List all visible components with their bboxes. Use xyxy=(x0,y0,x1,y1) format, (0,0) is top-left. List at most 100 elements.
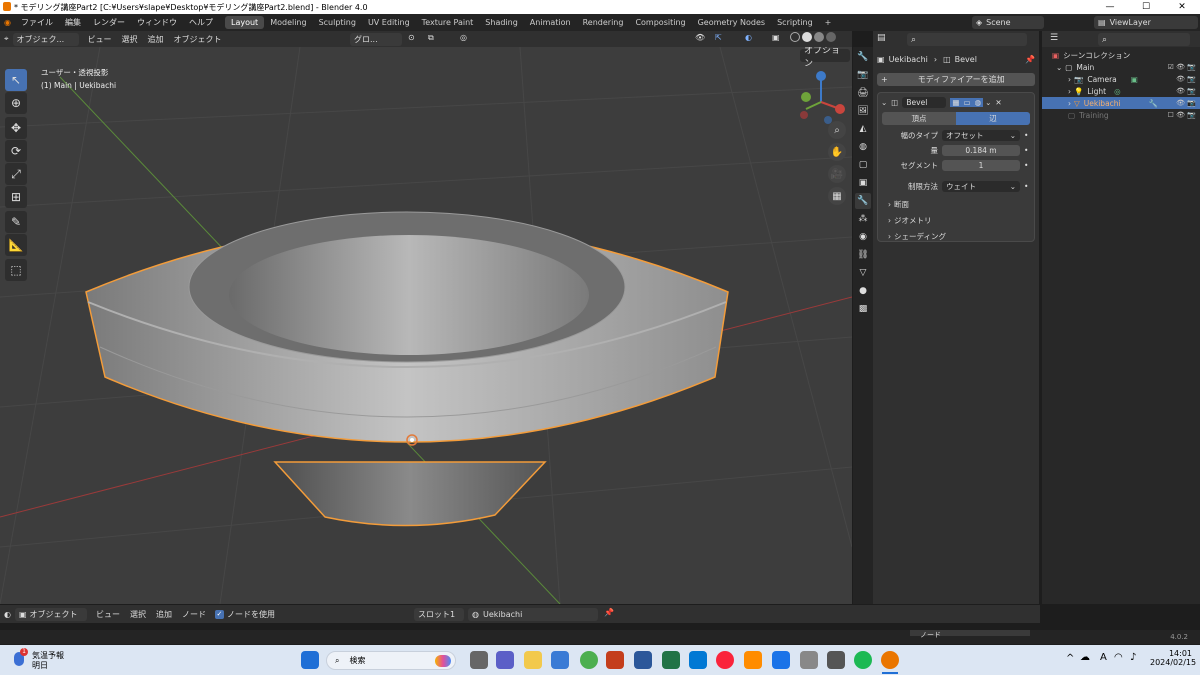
select-tool-icon[interactable]: ↖ xyxy=(5,69,27,91)
proportional-edit-icon[interactable]: ◎ xyxy=(460,33,467,42)
maximize-button[interactable]: ☐ xyxy=(1128,0,1164,14)
camera-view-icon[interactable]: 🎥 xyxy=(828,165,846,183)
xray-icon[interactable]: ▣ xyxy=(772,33,780,42)
editor-type-icon[interactable]: ⌖ xyxy=(0,34,13,44)
outliner-item-camera[interactable]: › 📷 Camera ▣ 👁 📷 xyxy=(1042,73,1200,85)
material-shading-icon[interactable] xyxy=(814,32,824,42)
menu-view[interactable]: ビュー xyxy=(83,34,117,45)
tab-texture-paint[interactable]: Texture Paint xyxy=(416,16,480,29)
menu-node[interactable]: ノード xyxy=(177,609,211,620)
spotify-icon[interactable] xyxy=(854,651,872,669)
keyframe-dot-icon[interactable]: • xyxy=(1024,146,1028,155)
minimize-button[interactable]: — xyxy=(1092,0,1128,14)
visibility-toggles[interactable]: 👁 📷 xyxy=(1176,99,1196,107)
shader-mode-selector[interactable]: ▣ オブジェクト xyxy=(14,607,87,621)
transform-tool-icon[interactable]: ⊞ xyxy=(5,186,27,208)
wifi-icon[interactable]: ◠ xyxy=(1114,652,1123,663)
scale-tool-icon[interactable]: ⤢ xyxy=(5,163,27,185)
cloud-icon[interactable]: ☁ xyxy=(1080,652,1090,663)
keyframe-dot-icon[interactable]: • xyxy=(1024,131,1028,140)
word-icon[interactable] xyxy=(634,651,652,669)
snap-icon[interactable]: ⧉ xyxy=(428,33,434,43)
scene-selector[interactable]: ◈ Scene xyxy=(972,16,1044,29)
render-toggle-icon[interactable]: ◍ xyxy=(972,97,984,107)
music-icon[interactable] xyxy=(716,651,734,669)
taskbar-search[interactable]: ⌕ 検索 xyxy=(326,651,456,670)
menu-object[interactable]: オブジェクト xyxy=(169,34,227,45)
blender-taskbar-icon[interactable] xyxy=(881,651,899,669)
material-tab-icon[interactable]: ● xyxy=(855,283,871,299)
menu-render[interactable]: レンダー xyxy=(87,17,131,28)
snipping-icon[interactable] xyxy=(827,651,845,669)
collapse-chevron-icon[interactable]: ⌄ xyxy=(881,98,887,107)
measure-tool-icon[interactable]: 📐 xyxy=(5,234,27,256)
tab-vertices[interactable]: 頂点 xyxy=(882,112,956,125)
node-panel-tab[interactable]: ノード xyxy=(910,630,1030,639)
blender-menu-icon[interactable]: ◉ xyxy=(0,18,15,27)
outliner-item-uekibachi[interactable]: › ▽ Uekibachi 🔧 👁 📷 xyxy=(1042,97,1200,109)
physics-tab-icon[interactable]: ◉ xyxy=(855,229,871,245)
app-icon[interactable] xyxy=(744,651,762,669)
particles-tab-icon[interactable]: ⁂ xyxy=(855,211,871,227)
download-icon[interactable] xyxy=(772,651,790,669)
tab-layout[interactable]: Layout xyxy=(224,16,265,29)
keyframe-dot-icon[interactable]: • xyxy=(1024,182,1028,191)
modifier-tab-icon[interactable]: 🔧 xyxy=(855,193,871,209)
tray-chevron-icon[interactable]: ^ xyxy=(1066,653,1074,664)
menu-view[interactable]: ビュー xyxy=(91,609,125,620)
tab-scripting[interactable]: Scripting xyxy=(771,16,819,29)
use-nodes-checkbox[interactable]: ✓ ノードを使用 xyxy=(211,609,279,620)
width-type-select[interactable]: オフセット ⌄ xyxy=(942,129,1020,141)
excel-icon[interactable] xyxy=(662,651,680,669)
section-profile[interactable]: › 断面 xyxy=(878,198,1034,210)
menu-add[interactable]: 追加 xyxy=(143,34,169,45)
wireframe-shading-icon[interactable] xyxy=(790,32,800,42)
menu-select[interactable]: 選択 xyxy=(125,609,151,620)
texture-tab-icon[interactable]: ▩ xyxy=(855,301,871,317)
section-shading[interactable]: › シェーディング xyxy=(878,230,1034,242)
scene-collection-row[interactable]: ▣ シーンコレクション xyxy=(1042,49,1200,61)
tool-tab-icon[interactable]: 🔧 xyxy=(855,49,871,65)
visibility-toggles[interactable]: 👁 📷 xyxy=(1176,75,1196,83)
powerpoint-icon[interactable] xyxy=(606,651,624,669)
mail-icon[interactable] xyxy=(689,651,707,669)
output-tab-icon[interactable]: 🖨 xyxy=(855,85,871,101)
modifier-name-field[interactable]: Bevel xyxy=(902,96,947,108)
scene-tab-icon[interactable]: ◭ xyxy=(855,121,871,137)
rendered-shading-icon[interactable] xyxy=(826,32,836,42)
overlay-icon[interactable]: ◐ xyxy=(745,33,752,42)
outliner-search[interactable]: ⌕ xyxy=(1098,33,1190,46)
solid-shading-icon[interactable] xyxy=(802,32,812,42)
segments-field[interactable]: 1 xyxy=(942,159,1020,171)
visibility-toggles[interactable]: 👁 📷 xyxy=(1176,87,1196,95)
outliner-item-light[interactable]: › 💡 Light ◎ 👁 📷 xyxy=(1042,85,1200,97)
outliner-item-training[interactable]: ▢ Training ☐ 👁 📷 xyxy=(1042,109,1200,121)
visibility-icon[interactable]: 👁 xyxy=(695,33,705,42)
pin-icon[interactable]: 📌 xyxy=(604,608,614,617)
file-explorer-icon[interactable] xyxy=(524,651,542,669)
add-cube-tool-icon[interactable]: ⬚ xyxy=(5,259,27,281)
transform-orientation-selector[interactable]: グロ... xyxy=(350,33,402,46)
menu-help[interactable]: ヘルプ xyxy=(183,17,219,28)
pan-hand-icon[interactable]: ✋ xyxy=(828,143,846,161)
chrome-icon[interactable] xyxy=(580,651,598,669)
move-tool-icon[interactable]: ✥ xyxy=(5,117,27,139)
properties-editor-icon[interactable]: ▤ xyxy=(877,33,886,43)
pivot-icon[interactable]: ⊙ xyxy=(408,33,415,42)
bing-chat-icon[interactable] xyxy=(435,654,451,667)
add-modifier-button[interactable]: + モディファイアーを追加 xyxy=(877,73,1035,86)
world-tab-icon[interactable]: ◍ xyxy=(855,139,871,155)
teams-icon[interactable] xyxy=(496,651,514,669)
cursor-tool-icon[interactable]: ⊕ xyxy=(5,92,27,114)
menu-file[interactable]: ファイル xyxy=(15,17,59,28)
slot-selector[interactable]: スロット1 xyxy=(414,608,464,621)
tab-rendering[interactable]: Rendering xyxy=(577,16,630,29)
visibility-toggles[interactable]: ☐ 👁 📷 xyxy=(1168,111,1196,119)
annotate-tool-icon[interactable]: ✎ xyxy=(5,211,27,233)
clock[interactable]: 14:01 2024/02/15 xyxy=(1150,649,1196,667)
grid-view-icon[interactable]: ▦ xyxy=(828,187,846,205)
ime-indicator[interactable]: A xyxy=(1100,652,1107,663)
tab-modeling[interactable]: Modeling xyxy=(264,16,312,29)
data-tab-icon[interactable]: ▽ xyxy=(855,265,871,281)
render-tab-icon[interactable]: 📷 xyxy=(855,67,871,83)
